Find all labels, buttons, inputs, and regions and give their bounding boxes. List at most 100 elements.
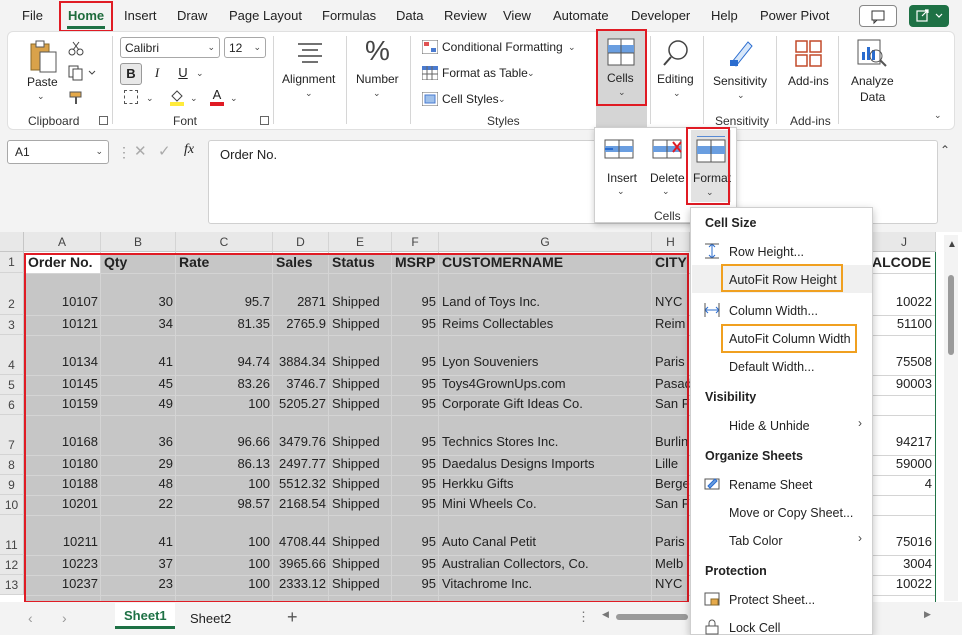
alignment-icon[interactable] [296, 40, 324, 66]
format-as-table-label[interactable]: Format as Table [442, 66, 528, 80]
tab-developer[interactable]: Developer [631, 8, 690, 23]
collapse-formula-bar-icon[interactable]: ⌃ [940, 143, 950, 157]
font-name-select[interactable]: Calibri ⌄ [120, 37, 220, 58]
tab-insert[interactable]: Insert [124, 8, 157, 23]
cell-j-row-11[interactable]: 75016 [869, 534, 935, 552]
search-icon[interactable] [662, 38, 690, 68]
underline-button[interactable]: U [176, 63, 190, 85]
analyze-data-icon[interactable] [856, 38, 888, 68]
row-header-3[interactable]: 3 [0, 315, 24, 335]
scroll-right-icon[interactable]: › [62, 610, 67, 626]
cell-j-row-3[interactable]: 51100 [869, 316, 935, 334]
tab-help[interactable]: Help [711, 8, 738, 23]
cell-j-row-8[interactable]: 59000 [869, 456, 935, 474]
rename-sheet-item[interactable]: Rename Sheet [729, 478, 812, 492]
column-header-g[interactable]: G [439, 232, 652, 252]
scroll-right-arrow-icon[interactable]: ▶ [924, 609, 931, 620]
font-size-select[interactable]: 12 ⌄ [224, 37, 266, 58]
row-header-11[interactable]: 11 [0, 515, 24, 555]
chevron-down-icon[interactable]: ⌄ [568, 42, 576, 53]
chevron-down-icon[interactable]: ⌄ [662, 186, 670, 197]
sheet-tab-sheet2[interactable]: Sheet2 [190, 611, 231, 626]
cut-icon[interactable] [68, 40, 84, 56]
hide-unhide-item[interactable]: Hide & Unhide [729, 419, 810, 433]
font-color-icon[interactable]: A [210, 87, 224, 106]
conditional-formatting-label[interactable]: Conditional Formatting [442, 40, 563, 54]
paste-icon[interactable] [26, 38, 60, 74]
tab-view[interactable]: View [503, 8, 531, 23]
tab-formulas[interactable]: Formulas [322, 8, 376, 23]
chevron-down-icon[interactable]: ⌄ [527, 68, 535, 79]
font-color-chevron-icon[interactable]: ⌄ [230, 93, 238, 104]
fill-color-icon[interactable] [170, 88, 184, 106]
more-sheets-icon[interactable]: ⋮ [577, 609, 590, 625]
alignment-chevron-icon[interactable]: ⌄ [305, 88, 313, 99]
enter-icon[interactable]: ✓ [158, 142, 171, 160]
column-header-e[interactable]: E [329, 232, 392, 252]
insert-label[interactable]: Insert [607, 171, 637, 185]
borders-chevron-icon[interactable]: ⌄ [146, 93, 154, 104]
header-cell-postalcode[interactable]: ALCODE [869, 254, 935, 272]
cancel-icon[interactable]: ✕ [134, 142, 147, 160]
italic-button[interactable]: I [150, 63, 164, 85]
default-width-item[interactable]: Default Width... [729, 360, 814, 374]
percent-icon[interactable]: % [365, 35, 390, 67]
column-header-h[interactable]: H [652, 232, 690, 252]
column-header-a[interactable]: A [24, 232, 101, 252]
tab-file[interactable]: File [22, 8, 43, 23]
insert-cells-icon[interactable] [603, 138, 635, 160]
row-header-6[interactable]: 6 [0, 395, 24, 415]
scroll-left-arrow-icon[interactable]: ◀ [602, 609, 609, 620]
cell-j-row-4[interactable]: 75508 [869, 354, 935, 372]
analyze-label-1[interactable]: Analyze [851, 74, 894, 88]
cell-styles-label[interactable]: Cell Styles [442, 92, 499, 106]
row-height-item[interactable]: Row Height... [729, 245, 804, 259]
cell-j-row-5[interactable]: 90003 [869, 376, 935, 394]
protect-sheet-item[interactable]: Protect Sheet... [729, 593, 815, 607]
add-ins-icon[interactable] [795, 40, 823, 68]
cell-j-row-13[interactable]: 10022 [869, 576, 935, 594]
conditional-formatting-icon[interactable] [421, 39, 439, 55]
copy-icon[interactable] [68, 65, 98, 81]
scroll-left-icon[interactable]: ‹ [28, 610, 33, 626]
borders-icon[interactable] [124, 90, 138, 104]
column-width-item[interactable]: Column Width... [729, 304, 818, 318]
comments-button[interactable] [859, 5, 897, 27]
cell-j-row-2[interactable]: 10022 [869, 294, 935, 312]
vertical-scroll-thumb[interactable] [948, 275, 954, 355]
row-header-4[interactable]: 4 [0, 335, 24, 375]
column-header-j[interactable]: J [873, 232, 936, 252]
sheet-tab-sheet1[interactable]: Sheet1 [115, 603, 175, 629]
scroll-up-icon[interactable]: ▲ [947, 239, 957, 250]
tab-automate[interactable]: Automate [553, 8, 609, 23]
cell-j-row-10[interactable] [869, 496, 935, 514]
row-header-10[interactable]: 10 [0, 495, 24, 515]
row-header-5[interactable]: 5 [0, 375, 24, 395]
delete-label[interactable]: Delete [650, 171, 685, 185]
row-header-1[interactable]: 1 [0, 252, 24, 273]
row-header-2[interactable]: 2 [0, 273, 24, 315]
add-ins-label[interactable]: Add-ins [788, 74, 829, 88]
cell-j-row-12[interactable]: 3004 [869, 556, 935, 574]
format-painter-icon[interactable] [68, 90, 84, 106]
row-header-7[interactable]: 7 [0, 415, 24, 455]
format-as-table-icon[interactable] [421, 65, 439, 81]
lock-cell-item[interactable]: Lock Cell [729, 621, 780, 635]
tab-draw[interactable]: Draw [177, 8, 207, 23]
alignment-label[interactable]: Alignment [282, 72, 335, 86]
chevron-down-icon[interactable]: ⌄ [617, 186, 625, 197]
select-all-corner[interactable] [0, 232, 24, 252]
underline-chevron-icon[interactable]: ⌄ [196, 68, 204, 79]
clipboard-launcher-icon[interactable] [99, 116, 108, 125]
analyze-label-2[interactable]: Data [860, 90, 885, 104]
fx-icon[interactable]: fx [184, 142, 194, 158]
sensitivity-label[interactable]: Sensitivity [713, 74, 767, 88]
row-header-9[interactable]: 9 [0, 475, 24, 495]
cell-j-row-6[interactable] [869, 396, 935, 414]
column-header-d[interactable]: D [273, 232, 329, 252]
chevron-down-icon[interactable]: ⌄ [498, 94, 506, 105]
font-launcher-icon[interactable] [260, 116, 269, 125]
sensitivity-chevron-icon[interactable]: ⌄ [737, 90, 745, 101]
move-copy-sheet-item[interactable]: Move or Copy Sheet... [729, 506, 853, 520]
tab-power-pivot[interactable]: Power Pivot [760, 8, 829, 23]
